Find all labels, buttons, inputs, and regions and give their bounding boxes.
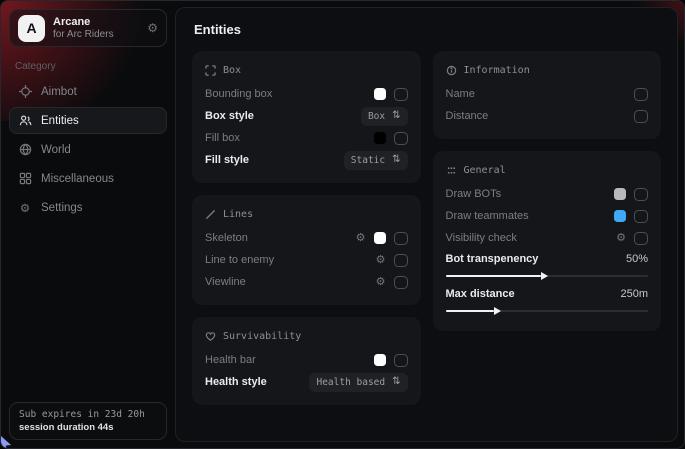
color-swatch[interactable] xyxy=(374,232,386,244)
bounding-box-checkbox[interactable] xyxy=(394,88,408,101)
app-window: A Arcane for Arc Riders ⚙ Category Aimbo… xyxy=(0,0,685,449)
setting-row-distance: Distance xyxy=(446,105,649,127)
setting-row-draw-teammates: Draw teammates xyxy=(446,205,649,227)
sidebar-item-aimbot[interactable]: Aimbot xyxy=(9,78,167,105)
panel-title: General xyxy=(464,165,506,176)
panel-title: Lines xyxy=(223,209,253,220)
slider-thumb[interactable] xyxy=(494,307,501,315)
setting-row-fill-style: Fill style Static ⇅ xyxy=(205,149,408,171)
color-swatch[interactable] xyxy=(374,88,386,100)
panel-title: Survivability xyxy=(223,331,301,342)
setting-row-name: Name xyxy=(446,83,649,105)
grid-dots-icon xyxy=(446,165,457,176)
globe-icon xyxy=(18,143,32,156)
right-column: Information Name Distance xyxy=(433,51,662,331)
gear-icon[interactable]: ⚙ xyxy=(147,21,158,35)
gear-icon[interactable]: ⚙ xyxy=(616,233,626,244)
app-name: Arcane xyxy=(53,16,139,29)
grid-icon xyxy=(18,172,32,185)
sidebar-item-entities[interactable]: Entities xyxy=(9,107,167,134)
category-label: Category xyxy=(15,61,167,72)
setting-row-health-style: Health style Health based ⇅ xyxy=(205,371,408,393)
setting-row-viewline: Viewline ⚙ xyxy=(205,271,408,293)
setting-row-box-style: Box style Box ⇅ xyxy=(205,105,408,127)
bot-transparency-value: 50% xyxy=(626,253,648,265)
color-swatch[interactable] xyxy=(614,210,626,222)
visibility-check-checkbox[interactable] xyxy=(634,232,648,245)
fill-style-dropdown[interactable]: Static ⇅ xyxy=(344,151,408,170)
gear-icon[interactable]: ⚙ xyxy=(356,233,366,244)
max-distance-slider[interactable] xyxy=(446,310,649,312)
sidebar-item-label: Aimbot xyxy=(41,86,77,98)
line-icon xyxy=(205,209,216,220)
panel-information: Information Name Distance xyxy=(433,51,662,139)
sidebar-item-label: World xyxy=(41,144,71,156)
sidebar-item-world[interactable]: World xyxy=(9,136,167,163)
sidebar-item-label: Entities xyxy=(41,115,79,127)
setting-row-line-to-enemy: Line to enemy ⚙ xyxy=(205,249,408,271)
slider-thumb[interactable] xyxy=(541,272,548,280)
health-style-dropdown[interactable]: Health based ⇅ xyxy=(309,373,407,392)
crosshair-icon xyxy=(18,85,32,98)
bot-transparency-slider[interactable] xyxy=(446,275,649,277)
sidebar-item-label: Settings xyxy=(41,202,83,214)
box-corners-icon xyxy=(205,65,216,76)
panel-title: Box xyxy=(223,65,241,76)
setting-row-bounding-box: Bounding box xyxy=(205,83,408,105)
distance-checkbox[interactable] xyxy=(634,110,648,123)
line-to-enemy-checkbox[interactable] xyxy=(394,254,408,267)
setting-row-skeleton: Skeleton ⚙ xyxy=(205,227,408,249)
draw-bots-checkbox[interactable] xyxy=(634,188,648,201)
chevron-updown-icon: ⇅ xyxy=(392,155,400,165)
panel-lines: Lines Skeleton ⚙ Line to enemy ⚙ xyxy=(192,195,421,305)
chevron-updown-icon: ⇅ xyxy=(392,377,400,387)
viewline-checkbox[interactable] xyxy=(394,276,408,289)
chevron-updown-icon: ⇅ xyxy=(392,111,400,121)
skeleton-checkbox[interactable] xyxy=(394,232,408,245)
setting-row-visibility-check: Visibility check ⚙ xyxy=(446,227,649,249)
sidebar: A Arcane for Arc Riders ⚙ Category Aimbo… xyxy=(1,1,175,448)
panel-general: General Draw BOTs Draw teammates xyxy=(433,151,662,331)
mouse-cursor xyxy=(0,434,15,449)
health-bar-checkbox[interactable] xyxy=(394,354,408,367)
color-swatch[interactable] xyxy=(374,132,386,144)
gear-icon[interactable]: ⚙ xyxy=(376,277,386,288)
page-title: Entities xyxy=(194,22,661,37)
brand-card: A Arcane for Arc Riders ⚙ xyxy=(9,9,167,47)
setting-row-draw-bots: Draw BOTs xyxy=(446,183,649,205)
color-swatch[interactable] xyxy=(614,188,626,200)
entities-icon xyxy=(18,114,32,127)
subscription-info-box: Sub expires in 23d 20h session duration … xyxy=(9,402,167,440)
setting-row-health-bar: Health bar xyxy=(205,349,408,371)
panel-box: Box Bounding box Box style Box xyxy=(192,51,421,183)
gear-icon[interactable]: ⚙ xyxy=(376,255,386,266)
left-column: Box Bounding box Box style Box xyxy=(192,51,421,405)
fill-box-checkbox[interactable] xyxy=(394,132,408,145)
heart-icon xyxy=(205,331,216,342)
panel-survivability: Survivability Health bar Health style xyxy=(192,317,421,405)
app-logo: A xyxy=(18,15,45,42)
color-swatch[interactable] xyxy=(374,354,386,366)
sidebar-nav: Aimbot Entities World xyxy=(9,78,167,221)
sidebar-item-label: Miscellaneous xyxy=(41,173,114,185)
sub-expiry-text: Sub expires in 23d 20h xyxy=(19,409,157,420)
app-subtitle: for Arc Riders xyxy=(53,29,139,41)
gear-icon: ⚙ xyxy=(18,201,32,215)
setting-row-max-distance: Max distance 250m xyxy=(446,284,649,304)
draw-teammates-checkbox[interactable] xyxy=(634,210,648,223)
setting-row-fill-box: Fill box xyxy=(205,127,408,149)
name-checkbox[interactable] xyxy=(634,88,648,101)
info-icon xyxy=(446,65,457,76)
main-panel: Entities Box Bounding box xyxy=(175,7,678,442)
panel-title: Information xyxy=(464,65,530,76)
setting-row-bot-transparency: Bot transpenency 50% xyxy=(446,249,649,269)
box-style-dropdown[interactable]: Box ⇅ xyxy=(361,107,408,126)
max-distance-value: 250m xyxy=(620,288,648,300)
session-duration-text: session duration 44s xyxy=(19,422,157,433)
sidebar-item-miscellaneous[interactable]: Miscellaneous xyxy=(9,165,167,192)
sidebar-item-settings[interactable]: ⚙ Settings xyxy=(9,194,167,221)
